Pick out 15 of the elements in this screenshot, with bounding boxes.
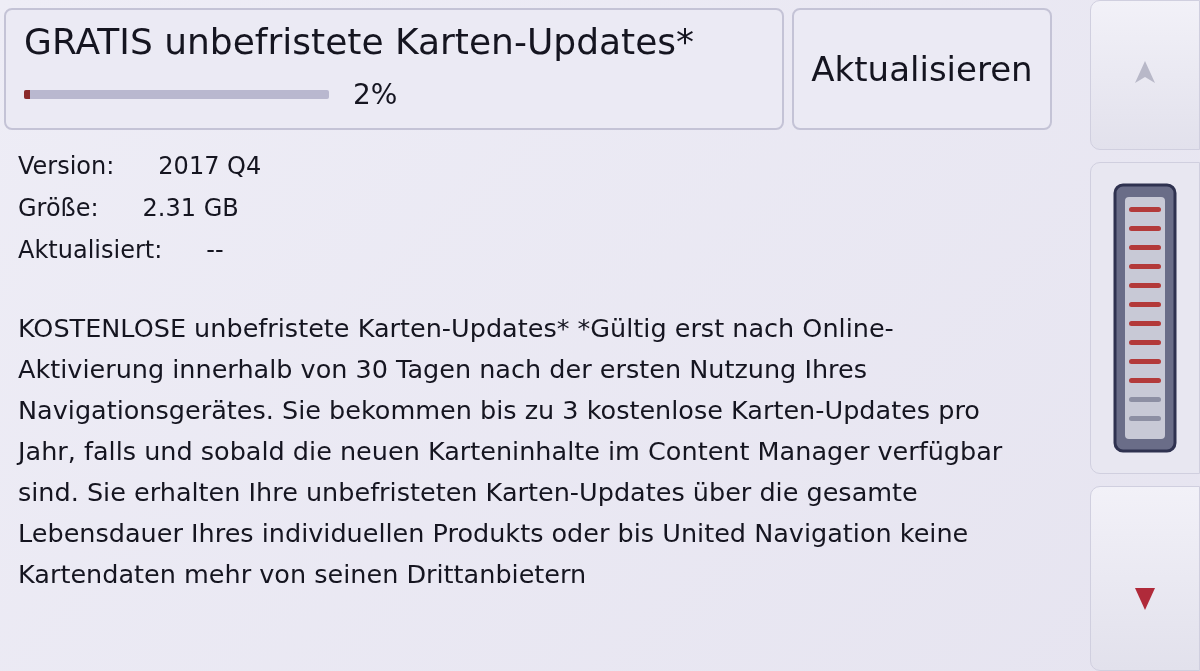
detail-label: Aktualisiert:	[18, 235, 163, 266]
scroll-thumb-icon[interactable]	[1113, 183, 1177, 453]
down-arrow-icon	[1132, 586, 1158, 612]
detail-value: 2017 Q4	[158, 151, 262, 182]
progress-reading: 2%	[353, 78, 398, 111]
scroll-down-button[interactable]	[1090, 486, 1200, 671]
up-arrow-icon	[1132, 59, 1158, 85]
detail-value: --	[206, 235, 224, 266]
detail-label: Version:	[18, 151, 115, 182]
scroll-up-button[interactable]	[1090, 0, 1200, 150]
description-text: KOSTENLOSE unbefristete Karten-Updates* *Gültig erst nach Online-Aktivierung innerhalb von 30 Tagen nach der ersten Nutzung Ihres Navigationsgerätes. Sie bekommen bis zu 3 kostenlose Karten-Updates pro Jahr, falls und sobald die neuen Karteninhalte im Content Manager verfügbar sind. Sie erhalten Ihre unbefristeten Karten-Updates über die gesamte Lebensdauer Ihres individuellen Produkts oder bis United Navigation keine Kartendaten mehr von seinen Drittanbietern	[18, 312, 1004, 591]
update-title: GRATIS unbefristete Karten-Updates*	[24, 20, 696, 64]
detail-value: 2.31 GB	[142, 193, 239, 224]
detail-label: Größe:	[18, 193, 99, 224]
update-button[interactable]: Aktualisieren	[792, 8, 1052, 130]
